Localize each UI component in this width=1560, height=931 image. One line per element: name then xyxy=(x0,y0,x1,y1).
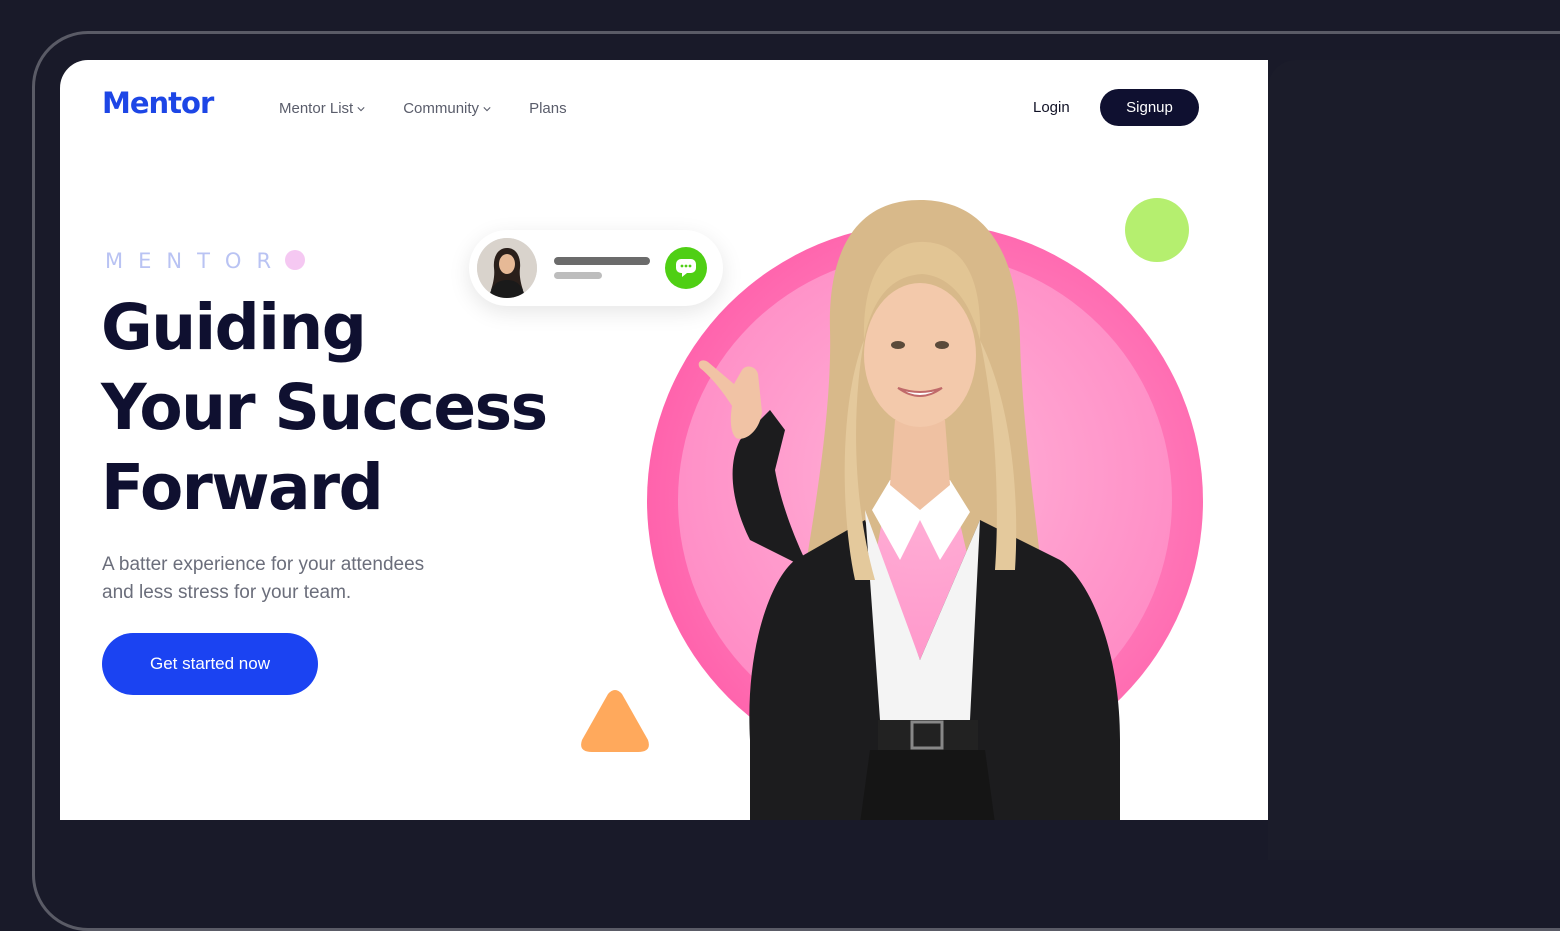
headline-line: Guiding xyxy=(101,291,367,364)
message-preview-line xyxy=(554,257,650,265)
message-preview-line-short xyxy=(554,272,602,279)
chat-button[interactable] xyxy=(665,247,707,289)
eyebrow-label: MENTOR xyxy=(105,249,287,273)
brand-logo[interactable]: Mentor xyxy=(102,86,214,120)
headline-line: Your Success xyxy=(101,371,548,444)
hero-headline: Guiding Your Success Forward xyxy=(101,288,548,528)
main-nav: Mentor List Community Plans xyxy=(279,100,567,117)
signup-button[interactable]: Signup xyxy=(1100,89,1199,126)
nav-item-label: Plans xyxy=(529,100,567,117)
nav-item-plans[interactable]: Plans xyxy=(529,100,567,117)
chevron-down-icon xyxy=(357,106,365,111)
orange-triangle-decoration xyxy=(581,690,649,752)
mentor-woman-image xyxy=(698,200,1120,820)
login-link[interactable]: Login xyxy=(1033,99,1070,116)
nav-item-community[interactable]: Community xyxy=(403,100,491,117)
nav-item-label: Mentor List xyxy=(279,100,354,117)
get-started-button[interactable]: Get started now xyxy=(102,633,318,695)
landing-page: Mentor Mentor List Community Plans Login… xyxy=(60,60,1268,820)
headline-line: Forward xyxy=(101,451,384,524)
chevron-down-icon xyxy=(483,106,491,111)
nav-item-label: Community xyxy=(403,100,480,117)
nav-item-mentor-list[interactable]: Mentor List xyxy=(279,100,365,117)
subtitle-line: and less stress for your team. xyxy=(102,582,352,603)
right-dark-panel xyxy=(1268,60,1560,860)
hero-subtitle: A batter experience for your attendees a… xyxy=(102,551,502,607)
pink-dot-decoration xyxy=(285,250,305,270)
subtitle-line: A batter experience for your attendees xyxy=(102,554,425,575)
chat-bubble-icon xyxy=(676,259,696,277)
